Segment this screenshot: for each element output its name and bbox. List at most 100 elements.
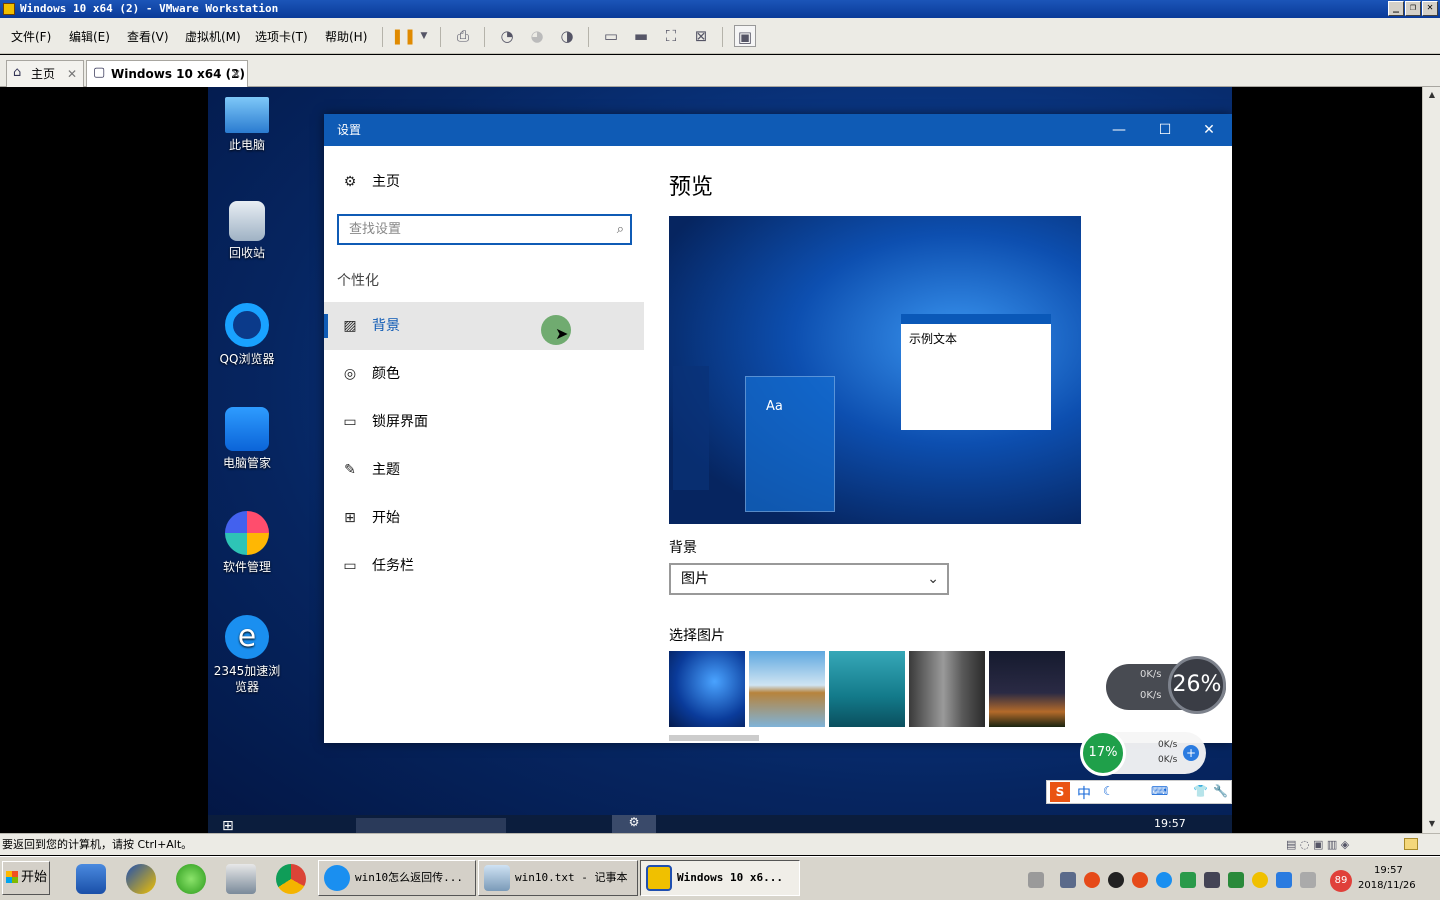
guest-search-box[interactable] [356, 818, 506, 833]
settings-taskbar-icon[interactable]: ⚙ [612, 815, 656, 833]
tab-vm[interactable]: ▢ Windows 10 x64 (2) ✕ [86, 60, 248, 87]
fullscreen-icon[interactable]: ⛶ [660, 25, 682, 47]
preview-tiles: Aa [745, 376, 835, 512]
nav-start[interactable]: ⊞ 开始 [324, 494, 644, 542]
message-log-icon[interactable] [1404, 838, 1418, 850]
scroll-down-icon[interactable]: ▼ [1426, 819, 1438, 831]
host-minimize-button[interactable]: _ [1388, 1, 1404, 16]
settings-window: 设置 — ☐ ✕ ⚙ 主页 查找设置 ⌕ 个性化 ▨ 背景 ◎ 颜色 ▭ 锁屏界… [324, 114, 1232, 743]
vm-scrollbar[interactable]: ▲ ▼ [1422, 87, 1440, 833]
desktop-icon-label: 电脑管家 [222, 456, 271, 470]
close-icon[interactable]: ✕ [67, 61, 77, 87]
search-input[interactable]: 查找设置 ⌕ [337, 214, 632, 245]
unity-icon[interactable]: ⊠ [690, 25, 712, 47]
nav-taskbar[interactable]: ▭ 任务栏 [324, 542, 644, 590]
ie-green-icon[interactable] [176, 864, 206, 894]
snapshot-icon[interactable]: ◔ [496, 25, 518, 47]
background-dropdown[interactable]: 图片 ⌄ [669, 563, 949, 595]
console-view-icon[interactable]: ▣ [734, 25, 756, 47]
ime-lang-toggle[interactable]: 中 [1077, 783, 1091, 803]
preview-heading: 预览 [669, 175, 714, 200]
moon-icon[interactable]: ☾ [1103, 784, 1114, 798]
shield-icon[interactable] [76, 864, 106, 894]
keyboard-icon[interactable] [1028, 872, 1044, 888]
host-close-button[interactable]: ✕ [1422, 1, 1438, 16]
usb-icon[interactable] [1204, 872, 1220, 888]
broom-icon[interactable] [126, 864, 156, 894]
taskbar-button-notepad[interactable]: win10.txt - 记事本 [478, 860, 638, 896]
menu-edit[interactable]: 编辑(E) [69, 28, 110, 45]
vmware-app-icon [646, 865, 672, 891]
qq-icon[interactable] [1108, 872, 1124, 888]
minimize-button[interactable]: — [1096, 114, 1142, 146]
clock-time[interactable]: 19:57 [1374, 865, 1403, 876]
nav-lock-screen[interactable]: ▭ 锁屏界面 [324, 398, 644, 446]
plus-icon[interactable]: + [1183, 745, 1199, 761]
pause-icon[interactable]: ❚❚ [391, 25, 416, 47]
tab-home[interactable]: ⌂ 主页 ✕ [6, 60, 84, 87]
keyboard-icon[interactable]: ⌨ [1151, 784, 1168, 798]
nav-themes[interactable]: ✎ 主题 [324, 446, 644, 494]
qq-browser-icon [225, 303, 269, 347]
close-button[interactable]: ✕ [1186, 114, 1232, 146]
desktop-icon-recycle-bin[interactable]: 回收站 [212, 201, 282, 261]
taskbar-button-label: win10怎么返回传... [355, 871, 463, 884]
host-restore-button[interactable]: ❐ [1405, 1, 1421, 16]
ie-browser-icon[interactable] [1156, 872, 1172, 888]
taskbar-button-vmware[interactable]: Windows 10 x6... [640, 860, 800, 896]
shirt-icon[interactable]: 👕 [1193, 784, 1208, 798]
ie-browser-icon [324, 865, 350, 891]
send-ctrl-alt-del-icon[interactable]: ⎙ [452, 25, 474, 47]
update-icon[interactable] [1228, 872, 1244, 888]
qq-icon[interactable] [1084, 872, 1100, 888]
menu-view[interactable]: 查看(V) [127, 28, 169, 45]
windows-start-icon[interactable]: ⊞ [222, 818, 234, 834]
chevron-down-icon[interactable]: ▼ [413, 25, 435, 47]
thumbnail-bar-icon[interactable]: ▬ [630, 25, 652, 47]
desktop-icon-2345-browser[interactable]: e 2345加速浏览器 [212, 615, 282, 695]
start-button[interactable]: 开始 [2, 861, 50, 895]
taskbar-button-browser[interactable]: win10怎么返回传... [318, 860, 476, 896]
picture-thumb[interactable] [909, 651, 985, 727]
picture-thumb[interactable] [749, 651, 825, 727]
picture-thumb[interactable] [669, 651, 745, 727]
close-icon[interactable]: ✕ [231, 61, 241, 87]
snapshot-manager-icon[interactable]: ◑ [556, 25, 578, 47]
chrome-icon[interactable] [276, 864, 306, 894]
qq-icon[interactable] [1132, 872, 1148, 888]
device-status-icons[interactable]: ▤ ◌ ▣ ▥ ◈ [1286, 834, 1349, 856]
revert-snapshot-icon[interactable]: ◕ [526, 25, 548, 47]
security-icon[interactable] [1252, 872, 1268, 888]
volume-icon[interactable] [1300, 872, 1316, 888]
nav-background[interactable]: ▨ 背景 [324, 302, 644, 350]
memory-usage-ring[interactable]: 17% [1080, 730, 1126, 776]
menu-help[interactable]: 帮助(H) [325, 28, 367, 45]
desktop-icon-software-manager[interactable]: 软件管理 [212, 511, 282, 575]
menu-tabs[interactable]: 选项卡(T) [255, 28, 308, 45]
desktop-icon-pc-manager[interactable]: 电脑管家 [212, 407, 282, 471]
cpu-usage-ring[interactable]: 26% [1168, 656, 1226, 714]
menu-vm[interactable]: 虚拟机(M) [185, 28, 241, 45]
nvidia-icon[interactable] [1180, 872, 1196, 888]
wrench-icon[interactable]: 🔧 [1213, 784, 1228, 798]
scroll-up-icon[interactable]: ▲ [1426, 90, 1438, 102]
start-label: 开始 [21, 870, 48, 885]
tab-home-label: 主页 [31, 67, 56, 81]
clock-date[interactable]: 2018/11/26 [1358, 880, 1416, 891]
scrollbar-thumb[interactable] [669, 735, 759, 741]
desktop-icon-this-pc[interactable]: 此电脑 [212, 97, 282, 153]
sidebar-toggle-icon[interactable]: ▭ [600, 25, 622, 47]
nav-colors[interactable]: ◎ 颜色 [324, 350, 644, 398]
desktop-icon-qq-browser[interactable]: QQ浏览器 [212, 303, 282, 367]
monitor-icon[interactable] [1276, 872, 1292, 888]
chevron-down-icon: ⌄ [927, 571, 939, 587]
menu-file[interactable]: 文件(F) [11, 28, 51, 45]
ime-toolbar[interactable]: S 中 ☾ ⌨ 👕 🔧 [1046, 780, 1232, 804]
picture-thumb[interactable] [829, 651, 905, 727]
nav-home[interactable]: ⚙ 主页 [324, 158, 644, 206]
maximize-button[interactable]: ☐ [1142, 114, 1188, 146]
devices-icon[interactable] [226, 864, 256, 894]
picture-thumb[interactable] [989, 651, 1065, 727]
network-icon[interactable] [1060, 872, 1076, 888]
notification-badge[interactable]: 89 [1330, 870, 1352, 892]
